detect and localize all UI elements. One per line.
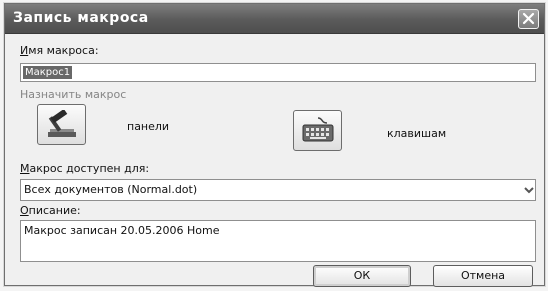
chevron-down-icon[interactable] — [521, 182, 537, 198]
description-textarea[interactable]: Макрос записан 20.05.2006 Home — [20, 220, 536, 262]
assign-toolbar-button[interactable] — [37, 104, 86, 145]
description-label: Описание: — [20, 204, 81, 217]
assign-macro-label: Назначить макрос — [20, 88, 127, 101]
cancel-button[interactable]: Отмена — [433, 265, 533, 287]
ok-button[interactable]: ОК — [313, 265, 411, 287]
record-macro-dialog: Запись макроса Имя макроса: Макрос1 Назн… — [4, 3, 545, 287]
store-in-select[interactable]: Всех документов (Normal.dot) — [20, 179, 536, 201]
assign-keyboard-button[interactable] — [293, 110, 342, 151]
keyboard-icon — [302, 117, 334, 142]
toolbar-label: панели — [127, 120, 170, 133]
title-bar[interactable]: Запись макроса — [5, 4, 544, 34]
store-in-value: Всех документов (Normal.dot) — [24, 183, 198, 196]
hammer-icon — [48, 110, 76, 137]
macro-name-input[interactable]: Макрос1 — [20, 63, 536, 82]
description-value: Макрос записан 20.05.2006 Home — [24, 224, 220, 237]
close-button[interactable] — [518, 9, 539, 29]
macro-name-label: Имя макроса: — [20, 44, 99, 57]
dialog-title: Запись макроса — [13, 10, 149, 26]
store-in-label: Макрос доступен для: — [20, 162, 150, 175]
close-icon — [522, 12, 535, 25]
macro-name-value[interactable]: Макрос1 — [23, 66, 73, 79]
keyboard-label: клавишам — [387, 127, 447, 140]
